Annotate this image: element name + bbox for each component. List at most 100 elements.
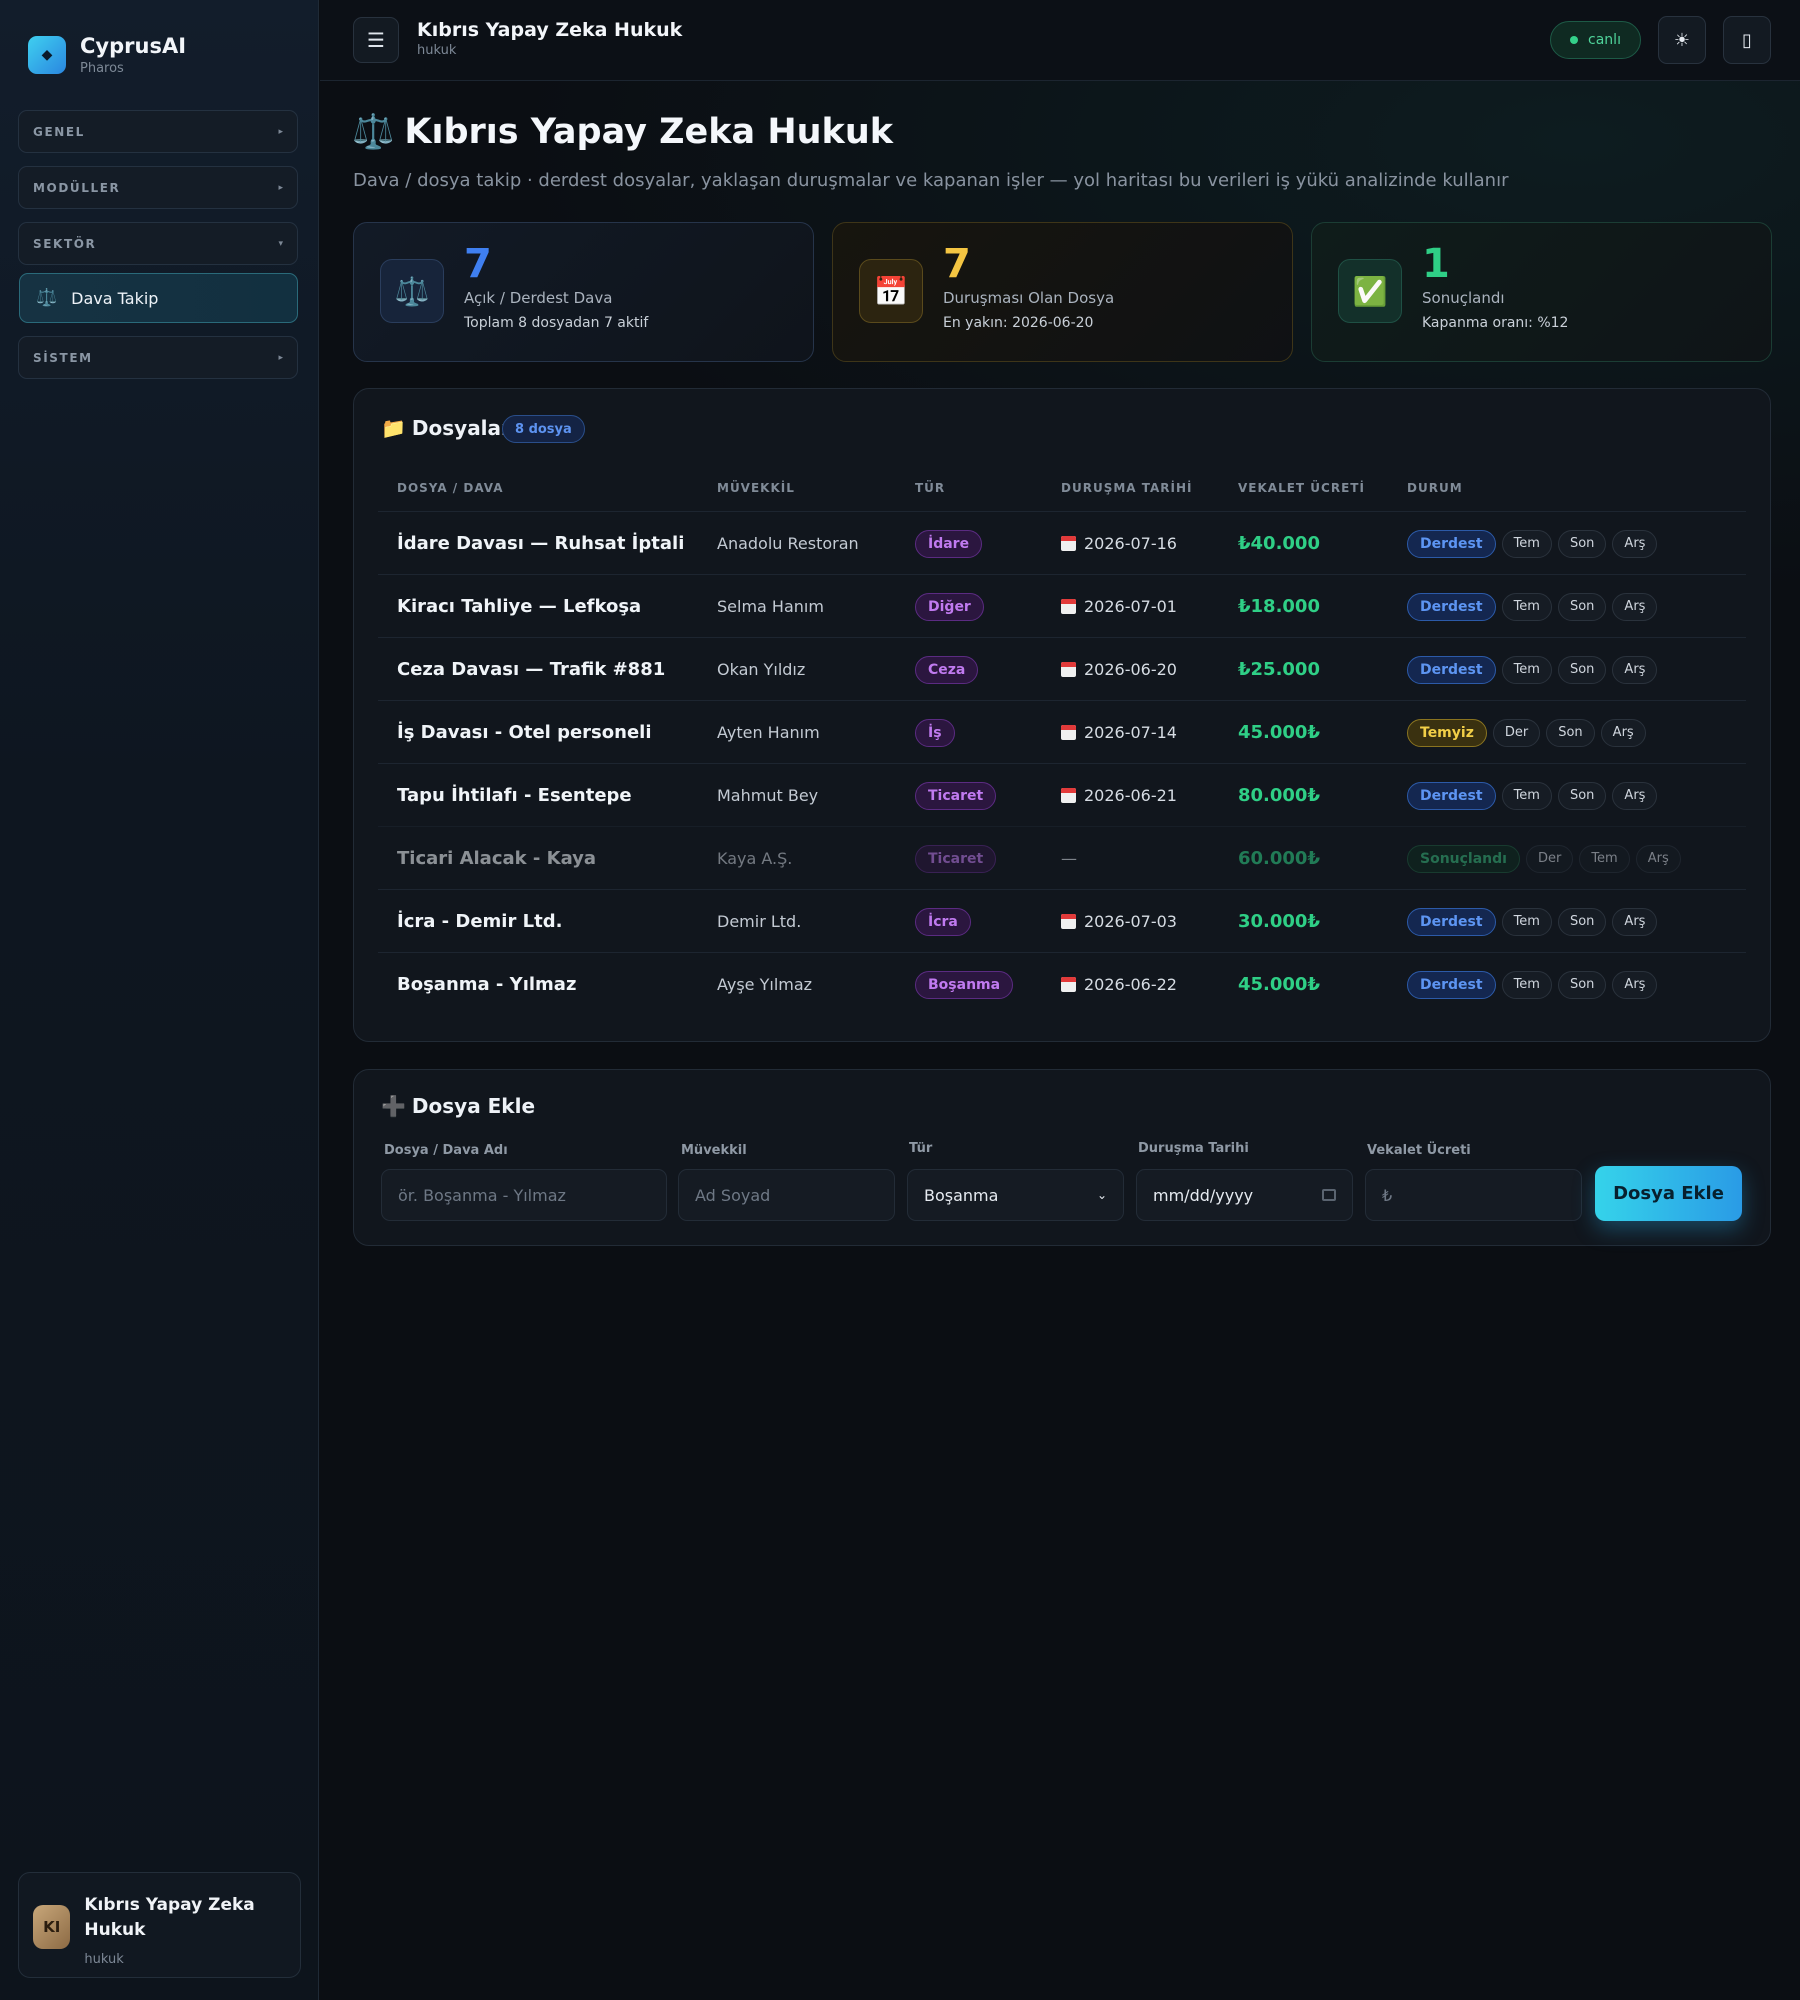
status-action-button[interactable]: Der <box>1525 844 1574 873</box>
status-badge[interactable]: Derdest <box>1407 529 1496 558</box>
status-action-button[interactable]: Tem <box>1501 907 1552 936</box>
status-cell: Derdest Tem Son Arş <box>1407 575 1658 638</box>
status-action-button[interactable]: Arş <box>1612 970 1658 999</box>
status-action-button[interactable]: Tem <box>1501 655 1552 684</box>
status-action-button[interactable]: Der <box>1492 718 1541 747</box>
table-row[interactable]: Ticari Alacak - Kaya Kaya A.Ş. Ticaret — 60.… <box>378 826 1746 889</box>
topbar: ☰ Kıbrıs Yapay Zeka Hukuk hukuk canlı ☀ … <box>320 0 1800 81</box>
menu-toggle-button[interactable]: ☰ <box>353 17 399 63</box>
table-row[interactable]: Kiracı Tahliye — Lefkoşa Selma Hanım Diğer… <box>378 574 1746 637</box>
status-cell: Derdest Tem Son Arş <box>1407 638 1658 701</box>
status-action-button[interactable]: Arş <box>1600 718 1646 747</box>
nav-group-moduller[interactable]: MODÜLLER ▸ <box>18 166 298 209</box>
calendar-icon <box>1061 599 1076 614</box>
status-action-button[interactable]: Arş <box>1612 907 1658 936</box>
table-row[interactable]: İdare Davası — Ruhsat İptali Anadolu Rest… <box>378 511 1746 574</box>
status-action-button[interactable]: Son <box>1557 907 1607 936</box>
nav-group-sektor[interactable]: SEKTÖR ▾ <box>18 222 298 265</box>
status-action-button[interactable]: Tem <box>1501 592 1552 621</box>
status-badge[interactable]: Derdest <box>1407 655 1496 684</box>
client-name: Mahmut Bey <box>717 786 819 805</box>
brand[interactable]: ◆ CyprusAI Pharos <box>28 34 186 76</box>
status-action-button[interactable]: Arş <box>1612 592 1658 621</box>
status-action-button[interactable]: Son <box>1557 592 1607 621</box>
device-button[interactable]: ▯ <box>1723 16 1771 64</box>
hearing-date: 2026-06-22 <box>1084 975 1177 994</box>
fee-value: ₺25.000 <box>1238 659 1320 680</box>
file-name-input[interactable]: ör. Boşanma - Yılmaz <box>381 1169 667 1221</box>
nav-group-genel[interactable]: GENEL ▸ <box>18 110 298 153</box>
type-select[interactable]: Boşanma ⌄ <box>907 1169 1124 1221</box>
file-name: İş Davası - Otel personeli <box>397 722 652 743</box>
live-dot-icon <box>1570 36 1579 44</box>
type-badge: İdare <box>915 529 983 558</box>
stat-sub: En yakın: 2026-06-20 <box>943 315 1094 331</box>
calendar-picker-icon[interactable] <box>1322 1189 1336 1201</box>
file-name: Kiracı Tahliye — Lefkoşa <box>397 596 642 617</box>
user-card[interactable]: KI Kıbrıs Yapay Zeka Hukuk hukuk <box>18 1872 301 1978</box>
table-row[interactable]: İş Davası - Otel personeli Ayten Hanım İş 2… <box>378 700 1746 763</box>
hearing-date-label: Duruşma Tarihi <box>1138 1141 1249 1156</box>
fee-value: ₺40.000 <box>1238 533 1320 554</box>
status-action-button[interactable]: Arş <box>1612 781 1658 810</box>
client-input[interactable]: Ad Soyad <box>678 1169 895 1221</box>
table-row[interactable]: Boşanma - Yılmaz Ayşe Yılmaz Boşanma 2026-0… <box>378 952 1746 1015</box>
fee-label: Vekalet Ücreti <box>1367 1143 1471 1158</box>
theme-toggle-button[interactable]: ☀ <box>1658 16 1706 64</box>
scale-icon: ⚖️ <box>352 112 395 152</box>
status-action-button[interactable]: Tem <box>1501 529 1552 558</box>
status-action-button[interactable]: Son <box>1557 781 1607 810</box>
hearing-date-cell: 2026-07-03 <box>1061 890 1177 953</box>
type-cell: Ceza <box>915 638 979 701</box>
status-badge[interactable]: Derdest <box>1407 781 1496 810</box>
column-header-type: TÜR <box>915 481 946 495</box>
type-label: Tür <box>909 1141 933 1156</box>
file-name-label: Dosya / Dava Adı <box>384 1143 508 1158</box>
file-name: İcra - Demir Ltd. <box>397 911 563 932</box>
avatar: KI <box>33 1905 71 1949</box>
status-action-button[interactable]: Arş <box>1612 529 1658 558</box>
status-badge[interactable]: Derdest <box>1407 907 1496 936</box>
status-action-button[interactable]: Arş <box>1612 655 1658 684</box>
type-badge: Ticaret <box>915 844 997 873</box>
table-row[interactable]: Tapu İhtilafı - Esentepe Mahmut Bey Ticare… <box>378 763 1746 826</box>
nav-group-label: MODÜLLER <box>33 180 121 195</box>
add-file-button[interactable]: Dosya Ekle <box>1595 1166 1742 1221</box>
status-badge[interactable]: Derdest <box>1407 970 1496 999</box>
sun-icon: ☀ <box>1673 29 1691 51</box>
status-action-button[interactable]: Son <box>1546 718 1595 747</box>
status-action-button[interactable]: Tem <box>1579 844 1630 873</box>
chevron-down-icon: ▾ <box>278 238 283 249</box>
status-badge[interactable]: Derdest <box>1407 592 1496 621</box>
type-cell: İcra <box>915 890 971 953</box>
status-action-button[interactable]: Tem <box>1501 781 1552 810</box>
calendar-icon <box>1061 662 1076 677</box>
hearing-date: 2026-07-14 <box>1084 723 1177 742</box>
column-header-client: MÜVEKKİL <box>717 481 795 495</box>
type-badge: İş <box>915 718 955 747</box>
status-action-button[interactable]: Son <box>1557 970 1607 999</box>
status-action-button[interactable]: Arş <box>1635 844 1681 873</box>
status-action-button[interactable]: Tem <box>1501 970 1552 999</box>
status-action-button[interactable]: Son <box>1557 529 1607 558</box>
status-badge[interactable]: Temyiz <box>1407 718 1487 747</box>
status-action-button[interactable]: Son <box>1557 655 1607 684</box>
calendar-icon <box>1061 977 1076 992</box>
type-select-value: Boşanma <box>924 1185 999 1205</box>
table-row[interactable]: Ceza Davası — Trafik #881 Okan Yıldız Ceza… <box>378 637 1746 700</box>
table-row[interactable]: İcra - Demir Ltd. Demir Ltd. İcra 2026-07-0… <box>378 889 1746 952</box>
client-name: Okan Yıldız <box>717 660 806 679</box>
files-panel: 📁 Dosyalar 8 dosya DOSYA / DAVA MÜVEKKİL… <box>353 388 1771 1042</box>
sidebar-item-dava-takip[interactable]: ⚖️ Dava Takip <box>19 273 298 323</box>
stat-sub: Toplam 8 dosyadan 7 aktif <box>464 315 649 331</box>
status-badge[interactable]: Sonuçlandı <box>1407 844 1520 873</box>
stat-value: 7 <box>943 241 971 287</box>
hearing-date-input[interactable]: mm/dd/yyyy <box>1136 1169 1353 1221</box>
nav-group-sistem[interactable]: SİSTEM ▸ <box>18 336 298 379</box>
type-cell: İdare <box>915 512 983 575</box>
check-icon: ✅ <box>1338 259 1402 323</box>
file-name: Ticari Alacak - Kaya <box>397 848 597 869</box>
fee-input[interactable]: ₺ <box>1365 1169 1582 1221</box>
hearing-date-placeholder: mm/dd/yyyy <box>1153 1185 1254 1205</box>
live-status-label: canlı <box>1588 32 1621 48</box>
